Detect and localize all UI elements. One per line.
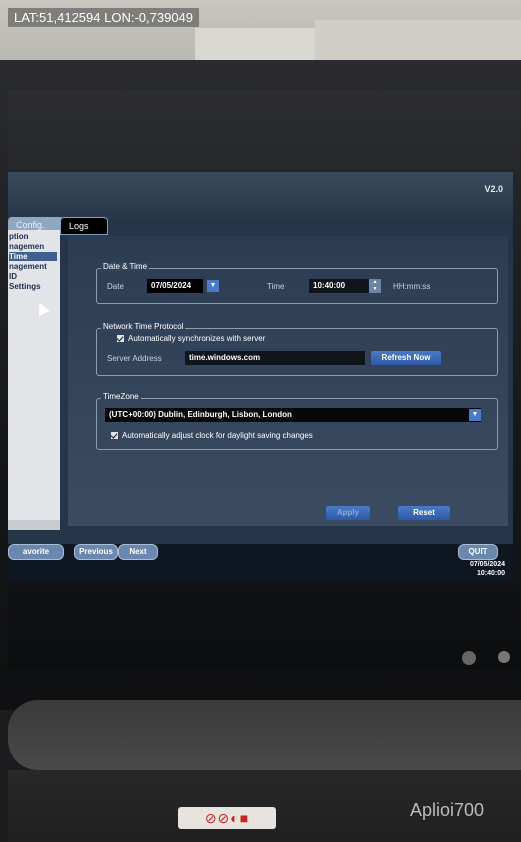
apply-button[interactable]: Apply [326, 506, 370, 520]
auto-sync-checkbox[interactable] [117, 335, 124, 342]
dst-checkbox[interactable] [111, 432, 118, 439]
sidebar-item[interactable]: nagemen [9, 242, 44, 251]
settings-window: V2.0 Config. Logs ption nagemen Time nag… [8, 172, 513, 582]
previous-button[interactable]: Previous [74, 544, 118, 560]
wall-panel [315, 20, 521, 60]
server-address-label: Server Address [107, 354, 162, 363]
date-field[interactable]: 07/05/2024 [147, 279, 203, 293]
gps-overlay: LAT:51,412594 LON:-0,739049 [8, 8, 200, 27]
reset-button[interactable]: Reset [398, 506, 450, 520]
time-spinner-icon[interactable]: ▲ ▼ [369, 279, 381, 293]
sidebar-item-settings[interactable]: Settings [9, 282, 41, 291]
console-shelf [8, 700, 521, 770]
auto-sync-label: Automatically synchronizes with server [128, 334, 266, 343]
sidebar-scrollbar[interactable] [8, 520, 60, 530]
wall-panel [195, 28, 315, 60]
monitor-bezel [8, 640, 521, 670]
time-format-label: HH:mm:ss [393, 282, 431, 291]
footer-bar: avorite Previous Next QUIT 07/05/2024 10… [8, 544, 513, 582]
sidebar-item-time[interactable]: Time [9, 252, 57, 261]
brand-name: Aplio [410, 800, 451, 820]
main-panel: Date & Time Date 07/05/2024 ▼ Time 10:40… [68, 236, 508, 526]
group-title: Date & Time [101, 262, 150, 271]
date-label: Date [107, 282, 124, 291]
sidebar-item-id[interactable]: ID [9, 272, 17, 281]
mouse-cursor-icon [34, 300, 50, 316]
server-address-field[interactable]: time.windows.com [185, 351, 365, 365]
next-button[interactable]: Next [118, 544, 158, 560]
device-brand: Aplioi700 [410, 800, 484, 821]
warning-stickers-icon: ⊘⊘◐■ [178, 807, 276, 829]
sidebar-item[interactable]: nagement [9, 262, 47, 271]
tab-logs[interactable]: Logs [60, 217, 108, 235]
power-icon[interactable] [462, 651, 476, 665]
dst-label: Automatically adjust clock for daylight … [122, 431, 313, 440]
sidebar: ption nagemen Time nagement ID Settings [8, 230, 60, 530]
group-title: TimeZone [101, 392, 141, 401]
favorite-button[interactable]: avorite [8, 544, 64, 560]
refresh-now-button[interactable]: Refresh Now [371, 351, 441, 365]
footer-time: 10:40:00 [476, 570, 505, 577]
group-title: Network Time Protocol [101, 322, 186, 331]
settings-icon[interactable] [498, 651, 510, 663]
screen-top-area [8, 90, 520, 170]
footer-date: 07/05/2024 [469, 561, 505, 568]
sidebar-item[interactable]: ption [9, 232, 29, 241]
version-label: V2.0 [484, 184, 503, 194]
date-time-group: Date & Time Date 07/05/2024 ▼ Time 10:40… [96, 262, 498, 304]
ntp-group: Network Time Protocol Automatically sync… [96, 322, 498, 376]
timezone-group: TimeZone (UTC+00:00) Dublin, Edinburgh, … [96, 392, 498, 450]
quit-button[interactable]: QUIT [458, 544, 498, 560]
time-label: Time [267, 282, 285, 291]
timezone-select[interactable]: (UTC+00:00) Dublin, Edinburgh, Lisbon, L… [105, 408, 481, 422]
timezone-dropdown-icon[interactable]: ▼ [469, 409, 481, 421]
calendar-dropdown-icon[interactable]: ▼ [207, 280, 219, 292]
time-field[interactable]: 10:40:00 [309, 279, 369, 293]
model-name: i700 [450, 800, 485, 820]
